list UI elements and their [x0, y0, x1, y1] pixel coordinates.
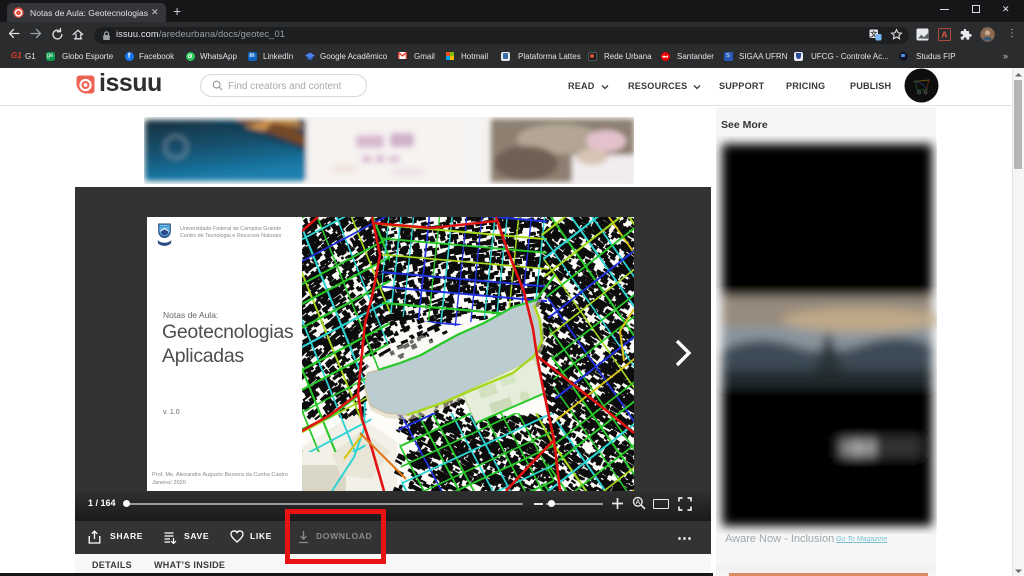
svg-text:▌█▐▎: ▌█▐▎: [844, 439, 882, 456]
svg-text:A: A: [635, 499, 640, 506]
svg-text:A: A: [941, 30, 947, 40]
